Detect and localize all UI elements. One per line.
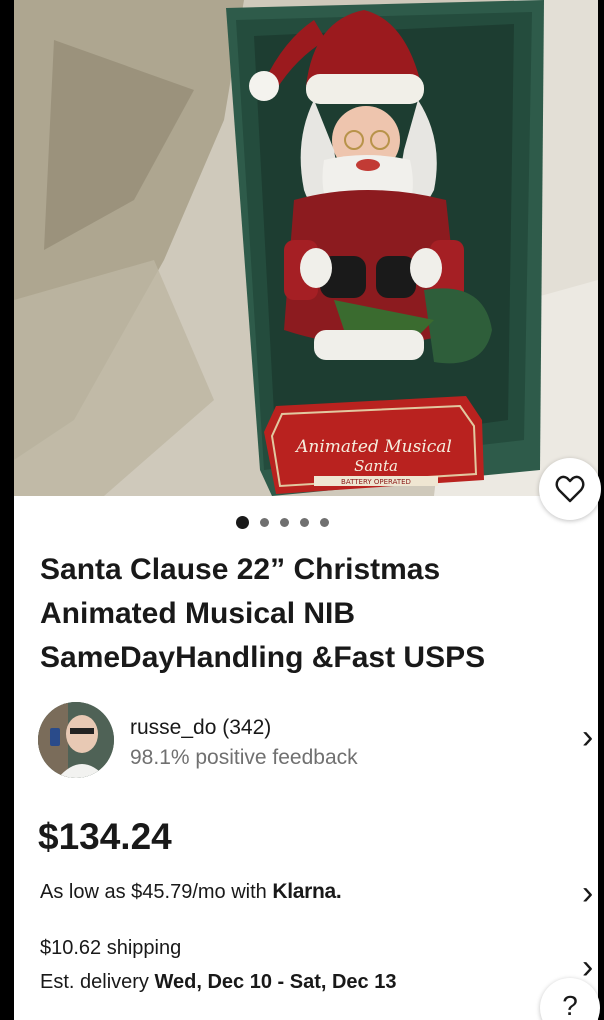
delivery-prefix: Est. delivery: [40, 971, 149, 993]
seller-feedback: 98.1% positive feedback: [130, 746, 358, 769]
gallery-dot-3[interactable]: [279, 518, 289, 527]
gallery-dot-2[interactable]: [259, 518, 269, 527]
listing-title: Santa Clause 22” Christmas Animated Musi…: [40, 553, 486, 674]
box-label-small: BATTERY OPERATED: [341, 478, 411, 486]
estimated-delivery: Est. delivery Wed, Dec 10 - Sat, Dec 13: [40, 971, 396, 994]
gallery-dot-5[interactable]: [319, 518, 329, 527]
box-label-line1: Animated Musical: [294, 437, 452, 457]
product-photo: Animated Musical Santa BATTERY OPERATED: [14, 0, 598, 496]
left-frame-edge: [0, 0, 14, 1020]
financing-row[interactable]: As low as $45.79/mo with Klarna.: [40, 880, 342, 904]
gallery-pagination: [0, 516, 604, 529]
gallery-dot-4[interactable]: [299, 518, 309, 527]
seller-name[interactable]: russe_do (342): [130, 716, 271, 740]
item-price: $134.24: [38, 816, 172, 857]
box-label-line2: Santa: [354, 457, 398, 475]
seller-info-row[interactable]: russe_do (342) 98.1% positive feedback ›: [38, 702, 604, 778]
chevron-right-icon[interactable]: ›: [582, 950, 593, 984]
klarna-logo: Klarna.: [272, 880, 342, 903]
chevron-right-icon[interactable]: ›: [582, 720, 593, 754]
heart-icon: [555, 475, 585, 503]
shipping-cost: $10.62 shipping: [40, 937, 182, 959]
product-image-gallery[interactable]: Animated Musical Santa BATTERY OPERATED: [14, 0, 598, 496]
right-frame-edge: [598, 0, 604, 1020]
financing-text: As low as $45.79/mo with: [40, 881, 267, 903]
gallery-dot-1[interactable]: [235, 516, 249, 529]
save-to-watchlist-button[interactable]: [539, 458, 601, 520]
question-icon: ?: [562, 990, 578, 1020]
seller-avatar: [38, 702, 114, 778]
delivery-range: Wed, Dec 10 - Sat, Dec 13: [154, 971, 397, 993]
chevron-right-icon[interactable]: ›: [582, 876, 593, 910]
